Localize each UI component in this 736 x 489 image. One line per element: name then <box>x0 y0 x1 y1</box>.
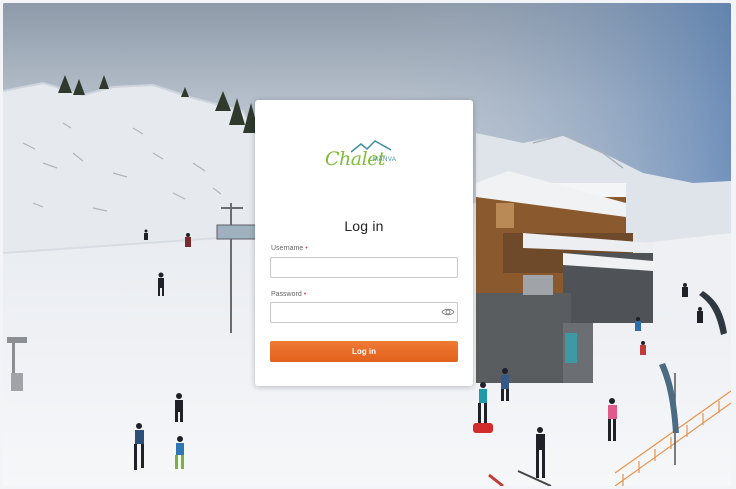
chalet-logo: Chalet MANVA <box>323 138 403 172</box>
page-title: Log in <box>344 218 384 234</box>
login-button[interactable]: Log in <box>270 341 458 362</box>
required-mark: • <box>305 245 308 252</box>
username-label-text: Username <box>271 245 304 252</box>
username-input[interactable] <box>270 257 458 278</box>
password-label: Password • <box>271 291 306 298</box>
password-label-text: Password <box>271 291 302 298</box>
login-card: Chalet MANVA Log in Username • Password • … <box>255 100 473 386</box>
eye-icon[interactable] <box>441 305 455 319</box>
logo-subtitle: MANVA <box>373 157 397 163</box>
username-label: Username • <box>271 245 308 252</box>
password-input[interactable] <box>270 302 458 323</box>
required-mark: • <box>303 291 307 298</box>
